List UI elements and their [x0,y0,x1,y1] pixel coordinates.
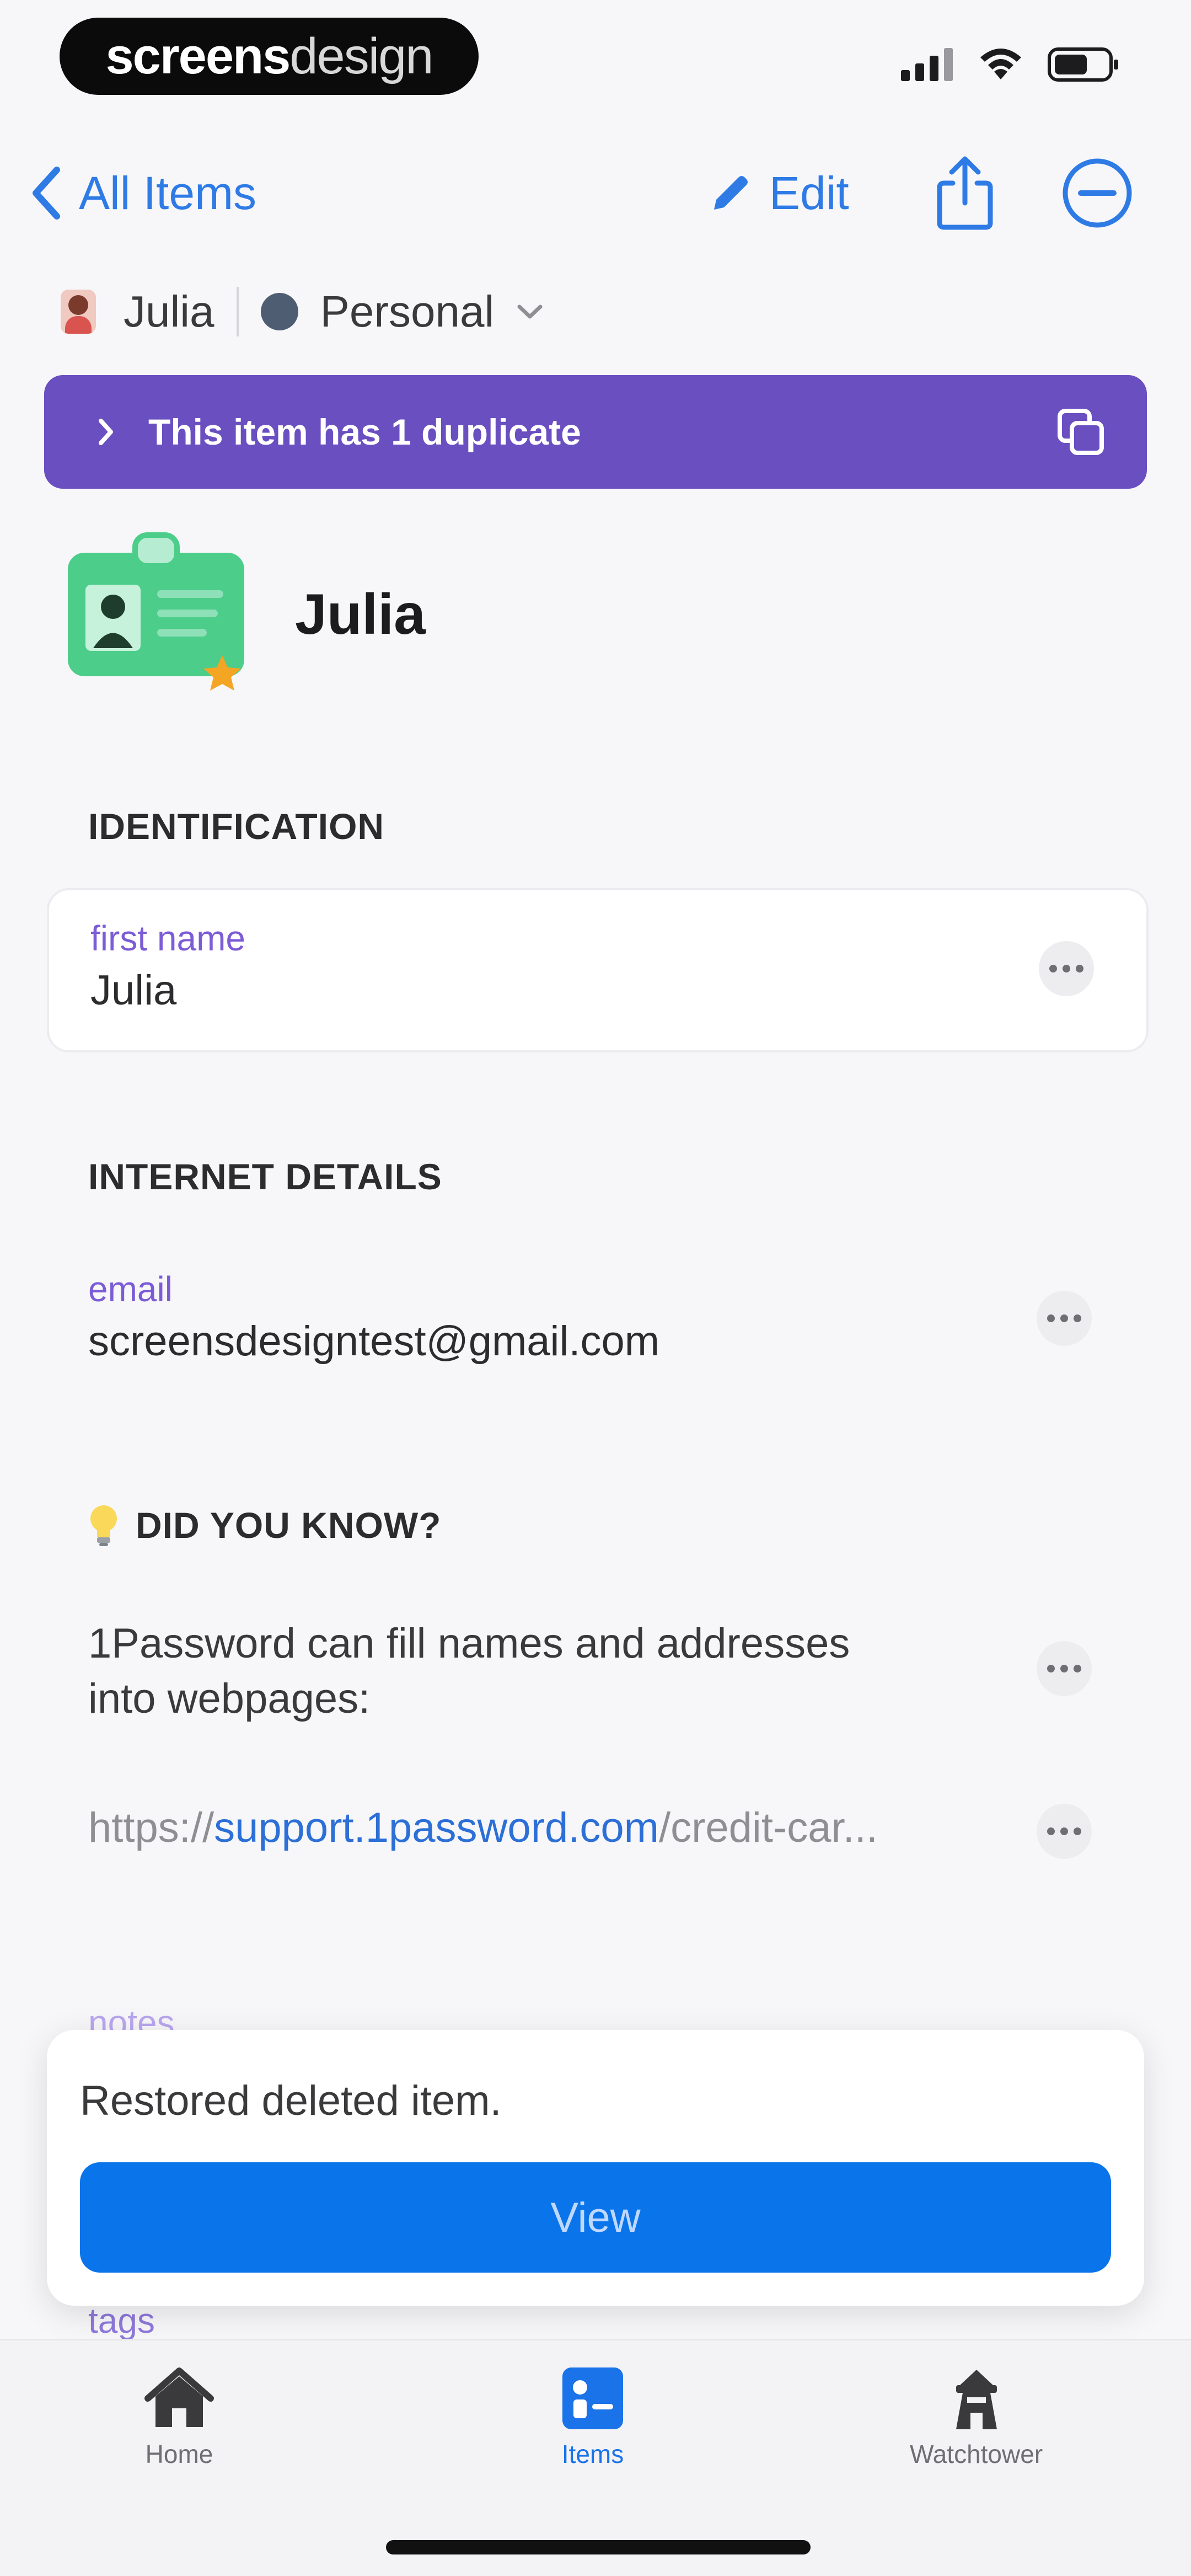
cellular-signal-icon [901,48,953,81]
ellipsis-circle-icon [1063,158,1132,228]
tab-items-label: Items [561,2440,624,2468]
user-avatar [61,290,96,334]
restore-toast: Restored deleted item. View [47,2030,1144,2306]
brand-bold-text: screens [105,28,291,84]
brand-watermark: screens design [60,18,479,95]
email-label: email [88,1269,173,1309]
email-value: screensdesigntest@gmail.com [88,1318,660,1365]
identification-card: first name Julia [47,888,1149,1052]
identity-card-icon [68,532,244,691]
toast-message: Restored deleted item. [80,2077,502,2124]
screen: screens design All Items Edit Julia Pers… [0,0,1191,2576]
account-vault-selector[interactable]: Julia Personal [61,276,544,348]
internet-details-heading-text: INTERNET DETAILS [88,1156,442,1197]
support-link[interactable]: https://support.1password.com/credit-car… [88,1804,878,1852]
back-button[interactable]: All Items [30,160,256,226]
dot-icon [1060,1665,1068,1672]
first-name-label: first name [90,918,245,958]
share-icon [937,156,993,230]
home-icon [144,2367,214,2427]
share-button[interactable] [926,154,1004,232]
account-divider [236,287,239,336]
email-more-button[interactable] [1037,1291,1092,1346]
home-indicator [386,2540,811,2554]
tip-text-line-1: 1Password can fill names and addresses [88,1620,850,1667]
dot-icon [1060,1314,1068,1322]
pencil-icon [714,176,748,210]
link-more-button[interactable] [1037,1804,1092,1859]
first-name-value: Julia [90,967,177,1014]
tab-watchtower-label: Watchtower [910,2440,1043,2468]
account-user-name: Julia [124,287,214,336]
item-title: Julia [295,582,426,646]
duplicate-banner-text: This item has 1 duplicate [148,411,581,452]
first-name-more-button[interactable] [1039,941,1094,996]
watchtower-icon [956,2370,997,2429]
identification-heading-text: IDENTIFICATION [88,806,385,847]
battery-icon [1048,47,1118,82]
tab-home[interactable]: Home [143,2365,215,2469]
navigation-bar: All Items Edit [0,138,1191,248]
dot-icon [1074,1314,1081,1322]
lightbulb-icon [90,1505,117,1546]
status-icons [901,47,1119,82]
did-you-know-heading: DID YOU KNOW? [88,1503,441,1547]
tab-items[interactable]: Items [557,2365,629,2469]
internet-details-heading: INTERNET DETAILS [88,1156,442,1198]
tip-more-button[interactable] [1037,1641,1092,1696]
dot-icon [1063,965,1070,972]
chevron-left-icon [33,167,60,220]
support-link-prefix: https:// [88,1804,214,1851]
identification-heading: IDENTIFICATION [88,805,384,847]
support-link-domain: support.1password.com [214,1804,659,1851]
dot-icon [1074,1665,1081,1672]
status-bar: screens design [0,0,1191,116]
copy-icon [1058,409,1104,455]
chevron-right-icon [99,419,113,445]
brand-light-text: design [289,28,433,84]
first-name-field[interactable]: first name Julia [90,918,245,1014]
dot-icon [1060,1827,1068,1835]
chevron-down-icon [517,304,543,319]
edit-button[interactable]: Edit [709,160,849,226]
tab-watchtower[interactable]: Watchtower [910,2365,1043,2469]
wifi-icon [980,49,1021,79]
back-button-label: All Items [79,167,257,219]
dot-icon [1047,1314,1055,1322]
dot-icon [1074,1827,1081,1835]
items-icon [562,2367,623,2429]
view-button[interactable]: View [80,2162,1111,2273]
tip-text: 1Password can fill names and addresses i… [88,1616,850,1727]
email-field[interactable]: email screensdesigntest@gmail.com [88,1269,659,1365]
edit-button-label: Edit [769,167,849,219]
vault-name: Personal [320,287,495,336]
dot-icon [1047,1827,1055,1835]
support-link-suffix: /credit-car... [658,1804,878,1851]
dot-icon [1047,1665,1055,1672]
tab-home-label: Home [145,2440,213,2468]
tip-text-line-2: into webpages: [88,1675,371,1722]
dot-icon [1076,965,1083,972]
did-you-know-heading-text: DID YOU KNOW? [136,1505,442,1546]
vault-icon [260,293,298,330]
tags-label: tags [88,2301,155,2340]
dot-icon [1049,965,1057,972]
more-options-button[interactable] [1059,154,1136,232]
duplicate-banner[interactable]: This item has 1 duplicate [44,375,1147,489]
